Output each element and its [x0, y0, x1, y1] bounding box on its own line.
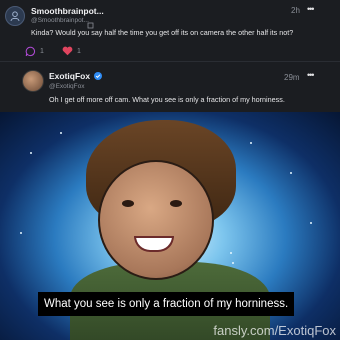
like-count: 1 [77, 47, 81, 55]
post-author-name-text: ExotiqFox [49, 71, 91, 81]
post-author-name[interactable]: ExotiqFox [49, 71, 103, 81]
left-eye [122, 200, 134, 207]
avatar[interactable] [5, 6, 25, 26]
media-caption: What you see is only a fraction of my ho… [38, 292, 295, 316]
verified-badge-icon [94, 71, 103, 80]
heart-icon [62, 46, 73, 56]
more-options-icon[interactable]: ••• [307, 70, 315, 80]
reply-count: 1 [40, 48, 44, 55]
post-text: Oh I get off more off cam. What you see … [49, 95, 285, 104]
reply-post: Smoothbrainpot... @Smoothbrainpot... 2h … [0, 0, 340, 62]
avatar[interactable] [22, 70, 44, 92]
like-button[interactable]: 1 [62, 46, 81, 56]
character-face [98, 160, 214, 280]
more-options-icon[interactable]: ••• [307, 4, 315, 14]
reply-time: 2h [291, 6, 300, 15]
user-icon [10, 11, 20, 22]
post-time: 29m [284, 73, 300, 82]
right-eye [170, 200, 182, 207]
reply-text: Kinda? Would you say half the time you g… [31, 28, 294, 37]
post-author-handle[interactable]: @ExotiqFox [49, 83, 85, 90]
reply-author-name[interactable]: Smoothbrainpot... [31, 6, 104, 16]
reply-author-handle[interactable]: @Smoothbrainpot... [31, 17, 89, 24]
comment-icon [25, 46, 36, 57]
reply-count-button[interactable]: 1 [25, 46, 44, 57]
watermark: fansly.com/ExotiqFox [213, 323, 336, 338]
